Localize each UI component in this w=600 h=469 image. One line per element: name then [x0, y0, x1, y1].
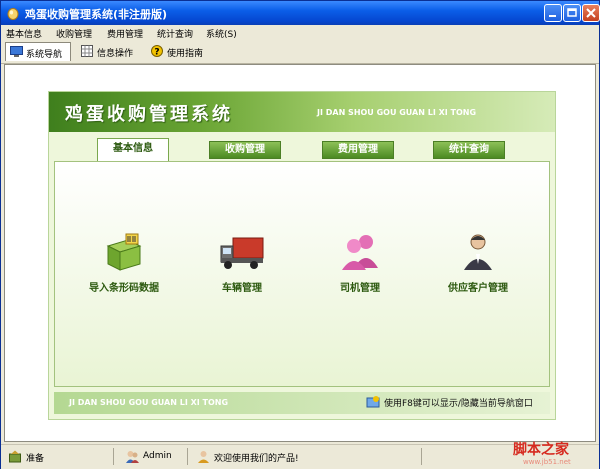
footer-subtitle: JI DAN SHOU GOU GUAN LI XI TONG	[69, 398, 229, 407]
close-button[interactable]	[582, 4, 600, 22]
panel-footer: JI DAN SHOU GOU GUAN LI XI TONG 使用F8键可以显…	[54, 392, 550, 414]
ready-icon	[9, 450, 21, 463]
banner-title: 鸡蛋收购管理系统	[65, 104, 233, 125]
navigation-panel: 鸡蛋收购管理系统 JI DAN SHOU GOU GUAN LI XI TONG…	[48, 91, 556, 420]
minimize-icon	[549, 15, 556, 17]
watermark-text: 脚本之家	[513, 442, 569, 458]
app-window: 鸡蛋收购管理系统(非注册版) 基本信息 收购管理 费用管理 统计查询 系统(S)…	[0, 0, 600, 469]
panel-tab-row: 基本信息 收购管理 费用管理 统计查询	[49, 138, 555, 162]
status-separator	[187, 448, 188, 465]
tab-body: 导入条形码数据 车辆管理 司机管理 供应客户管理	[54, 161, 550, 387]
maximize-icon	[567, 8, 577, 17]
menu-basic-info[interactable]: 基本信息	[6, 27, 42, 40]
menu-expense[interactable]: 费用管理	[107, 27, 143, 40]
maximize-button[interactable]	[563, 4, 581, 22]
status-bar: 准备 Admin 欢迎使用我们的产品!	[1, 444, 599, 469]
truck-icon	[220, 237, 264, 269]
people-icon	[342, 235, 378, 270]
grid-icon	[81, 45, 93, 57]
user-icon	[126, 451, 139, 463]
panel-tab-basic-info[interactable]: 基本信息	[97, 138, 169, 162]
app-icon	[7, 8, 19, 20]
feature-label: 车辆管理	[222, 283, 262, 294]
info-tip-icon	[366, 396, 380, 408]
feature-customer-mgmt[interactable]: 供应客户管理	[418, 232, 538, 294]
window-title: 鸡蛋收购管理系统(非注册版)	[25, 8, 168, 21]
close-icon	[586, 8, 596, 18]
welcome-icon	[198, 451, 209, 463]
tab-label: 信息操作	[97, 49, 134, 59]
nav-toggle-hint: 使用F8键可以显示/隐藏当前导航窗口	[384, 399, 533, 409]
feature-label: 供应客户管理	[448, 283, 508, 294]
panel-banner: 鸡蛋收购管理系统 JI DAN SHOU GOU GUAN LI XI TONG	[49, 92, 555, 132]
panel-tab-statistics[interactable]: 统计查询	[433, 141, 505, 159]
customer-icon	[464, 234, 492, 270]
feature-label: 导入条形码数据	[89, 283, 159, 294]
nav-toolbar: 系统导航 信息操作 ? 使用指南	[1, 41, 599, 64]
watermark: 脚本之家 www.jb51.net	[513, 439, 599, 467]
menu-statistics[interactable]: 统计查询	[157, 27, 193, 40]
tab-user-guide[interactable]: ? 使用指南	[147, 42, 217, 61]
menu-purchase[interactable]: 收购管理	[56, 27, 92, 40]
feature-label: 司机管理	[340, 283, 380, 294]
feature-import-barcode[interactable]: 导入条形码数据	[64, 232, 184, 294]
watermark-url: www.jb51.net	[523, 458, 571, 466]
panel-tab-expense[interactable]: 费用管理	[322, 141, 394, 159]
status-separator	[421, 448, 422, 465]
tab-info-ops[interactable]: 信息操作	[77, 42, 143, 61]
menu-system[interactable]: 系统(S)	[206, 27, 237, 40]
panel-tab-purchase[interactable]: 收购管理	[209, 141, 281, 159]
feature-driver-mgmt[interactable]: 司机管理	[300, 232, 420, 294]
status-separator	[113, 448, 114, 465]
tab-label: 系统导航	[26, 50, 63, 60]
tab-label: 使用指南	[167, 49, 204, 59]
help-icon: ?	[151, 45, 163, 58]
monitor-icon	[10, 46, 23, 57]
title-bar[interactable]: 鸡蛋收购管理系统(非注册版)	[1, 1, 600, 25]
svg-text:?: ?	[154, 48, 159, 58]
menu-bar: 基本信息 收购管理 费用管理 统计查询 系统(S)	[1, 25, 599, 41]
minimize-button[interactable]	[544, 4, 562, 22]
barcode-box-icon	[106, 233, 142, 271]
banner-subtitle: JI DAN SHOU GOU GUAN LI XI TONG	[317, 108, 477, 117]
feature-vehicle-mgmt[interactable]: 车辆管理	[182, 232, 302, 294]
tab-system-nav[interactable]: 系统导航	[5, 42, 71, 61]
